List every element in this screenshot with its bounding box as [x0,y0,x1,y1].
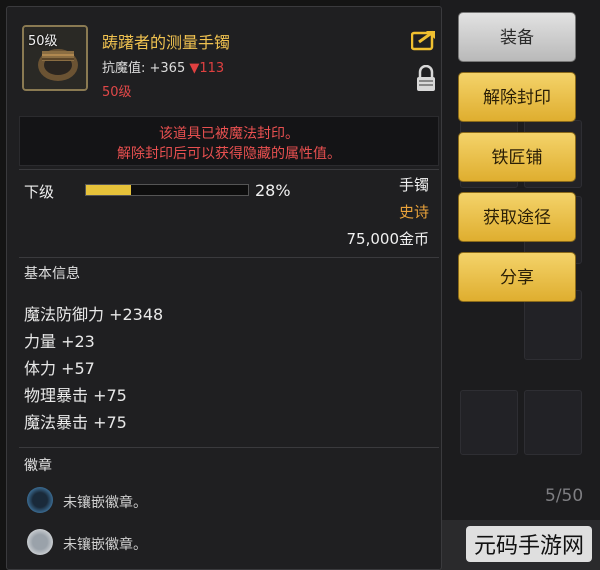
item-tooltip-panel: 50级 踌躇者的测量手镯 抗魔值: +365 ▼113 50级 该道具已被魔法封… [6,6,442,570]
resist-stat-down: ▼113 [189,61,225,76]
item-price: 75,000金币 [346,230,430,248]
item-rarity: 史诗 [398,203,429,221]
seal-notice-line2: 解除封印后可以获得隐藏的属性值。 [117,146,341,162]
emblem-slot-icon[interactable] [27,487,53,513]
basic-info-title: 基本信息 [24,266,80,282]
grade-label: 下级 [24,183,55,201]
inventory-slot[interactable] [460,390,518,455]
attr-vitality: 体力 +57 [24,359,95,378]
resist-stat: 抗魔值: +365 ▼113 [102,57,224,76]
emblem-title: 徽章 [24,458,52,474]
attr-magic-crit: 魔法暴击 +75 [24,413,127,432]
bracelet-item-icon: 50级 [22,25,88,91]
attr-magic-defense: 魔法防御力 +2348 [24,305,164,324]
obtain-method-button[interactable]: 获取途径 [458,192,576,242]
grade-progress-bar [85,184,249,196]
divider [19,169,439,170]
resist-stat-label: 抗魔值: +365 [102,61,186,76]
seal-notice-line1: 该道具已被魔法封印。 [159,126,299,142]
item-name: 踌躇者的测量手镯 [102,33,231,52]
item-level-badge: 50级 [28,34,58,49]
item-type: 手镯 [398,176,429,194]
divider [19,257,439,258]
grade-percent: 28% [255,181,291,200]
inventory-slot[interactable] [524,390,582,455]
level-requirement: 50级 [102,85,132,100]
emblem-slot-text: 未镶嵌徽章。 [63,495,147,511]
blacksmith-button[interactable]: 铁匠铺 [458,132,576,182]
share-button[interactable]: 分享 [458,252,576,302]
emblem-slot-icon[interactable] [27,529,53,555]
grade-progress-fill [86,185,132,195]
equip-button[interactable]: 装备 [458,12,576,62]
lock-icon[interactable] [415,64,437,93]
divider [19,447,439,448]
share-icon[interactable] [410,29,437,51]
attr-strength: 力量 +23 [24,332,95,351]
seal-notice: 该道具已被魔法封印。 解除封印后可以获得隐藏的属性值。 [19,116,439,166]
watermark: 元码手游网 [465,526,592,562]
unseal-button[interactable]: 解除封印 [458,72,576,122]
emblem-slot-text: 未镶嵌徽章。 [63,537,147,553]
attr-physical-crit: 物理暴击 +75 [24,386,127,405]
inventory-count: 5/50 [545,486,584,506]
